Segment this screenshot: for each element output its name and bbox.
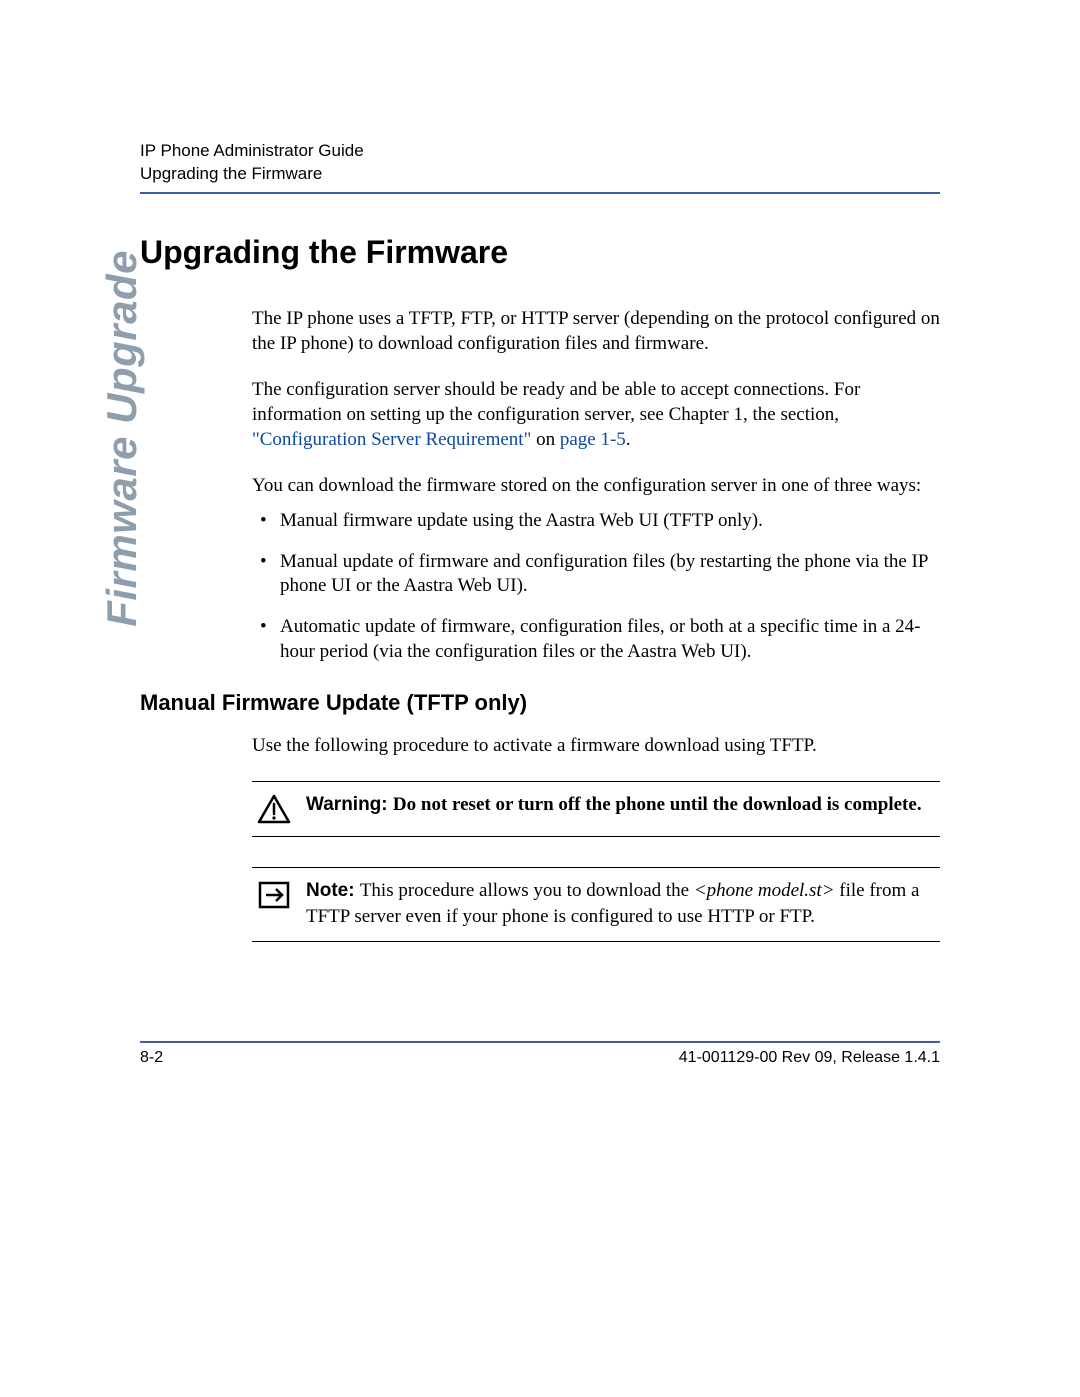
warning-body: Do not reset or turn off the phone until… bbox=[393, 794, 922, 815]
note-filename: <phone model.st> bbox=[694, 880, 835, 901]
document-page: IP Phone Administrator Guide Upgrading t… bbox=[0, 0, 1080, 1397]
list-item: Manual update of firmware and configurat… bbox=[252, 550, 940, 599]
methods-list: Manual firmware update using the Aastra … bbox=[252, 509, 940, 664]
note-label: Note: bbox=[306, 880, 360, 901]
warning-icon bbox=[254, 792, 294, 824]
text-run: The configuration server should be ready… bbox=[252, 379, 860, 425]
section-heading: Manual Firmware Update (TFTP only) bbox=[140, 690, 940, 716]
note-pre: This procedure allows you to download th… bbox=[360, 880, 694, 901]
header-line-2: Upgrading the Firmware bbox=[140, 163, 940, 186]
intro-paragraph-2: The configuration server should be ready… bbox=[252, 378, 940, 452]
list-item: Manual firmware update using the Aastra … bbox=[252, 509, 940, 534]
procedure-paragraph: Use the following procedure to activate … bbox=[252, 734, 940, 759]
intro-paragraph-1: The IP phone uses a TFTP, FTP, or HTTP s… bbox=[252, 307, 940, 356]
page-ref-link[interactable]: page 1-5 bbox=[560, 429, 626, 450]
warning-label: Warning: bbox=[306, 794, 393, 815]
warning-text: Warning: Do not reset or turn off the ph… bbox=[294, 792, 938, 818]
text-run: . bbox=[626, 429, 631, 450]
list-item: Automatic update of firmware, configurat… bbox=[252, 615, 940, 664]
page-number: 8-2 bbox=[140, 1049, 163, 1067]
text-run: on bbox=[531, 429, 560, 450]
note-text: Note: This procedure allows you to downl… bbox=[294, 878, 938, 929]
header-rule bbox=[140, 192, 940, 194]
page-footer: 8-2 41-001129-00 Rev 09, Release 1.4.1 bbox=[140, 1041, 940, 1067]
page-title: Upgrading the Firmware bbox=[140, 234, 940, 271]
warning-callout: Warning: Do not reset or turn off the ph… bbox=[252, 781, 940, 837]
note-callout: Note: This procedure allows you to downl… bbox=[252, 867, 940, 942]
side-tab-label: Firmware Upgrade bbox=[98, 0, 146, 250]
header-line-1: IP Phone Administrator Guide bbox=[140, 140, 940, 163]
cross-ref-link[interactable]: "Configuration Server Requirement" bbox=[252, 429, 531, 450]
intro-paragraph-3: You can download the firmware stored on … bbox=[252, 474, 940, 499]
note-icon bbox=[254, 878, 294, 910]
footer-rule bbox=[140, 1041, 940, 1043]
running-header: IP Phone Administrator Guide Upgrading t… bbox=[140, 140, 940, 186]
section-body: Use the following procedure to activate … bbox=[252, 734, 940, 942]
doc-revision: 41-001129-00 Rev 09, Release 1.4.1 bbox=[679, 1049, 940, 1067]
body-column: The IP phone uses a TFTP, FTP, or HTTP s… bbox=[252, 307, 940, 665]
